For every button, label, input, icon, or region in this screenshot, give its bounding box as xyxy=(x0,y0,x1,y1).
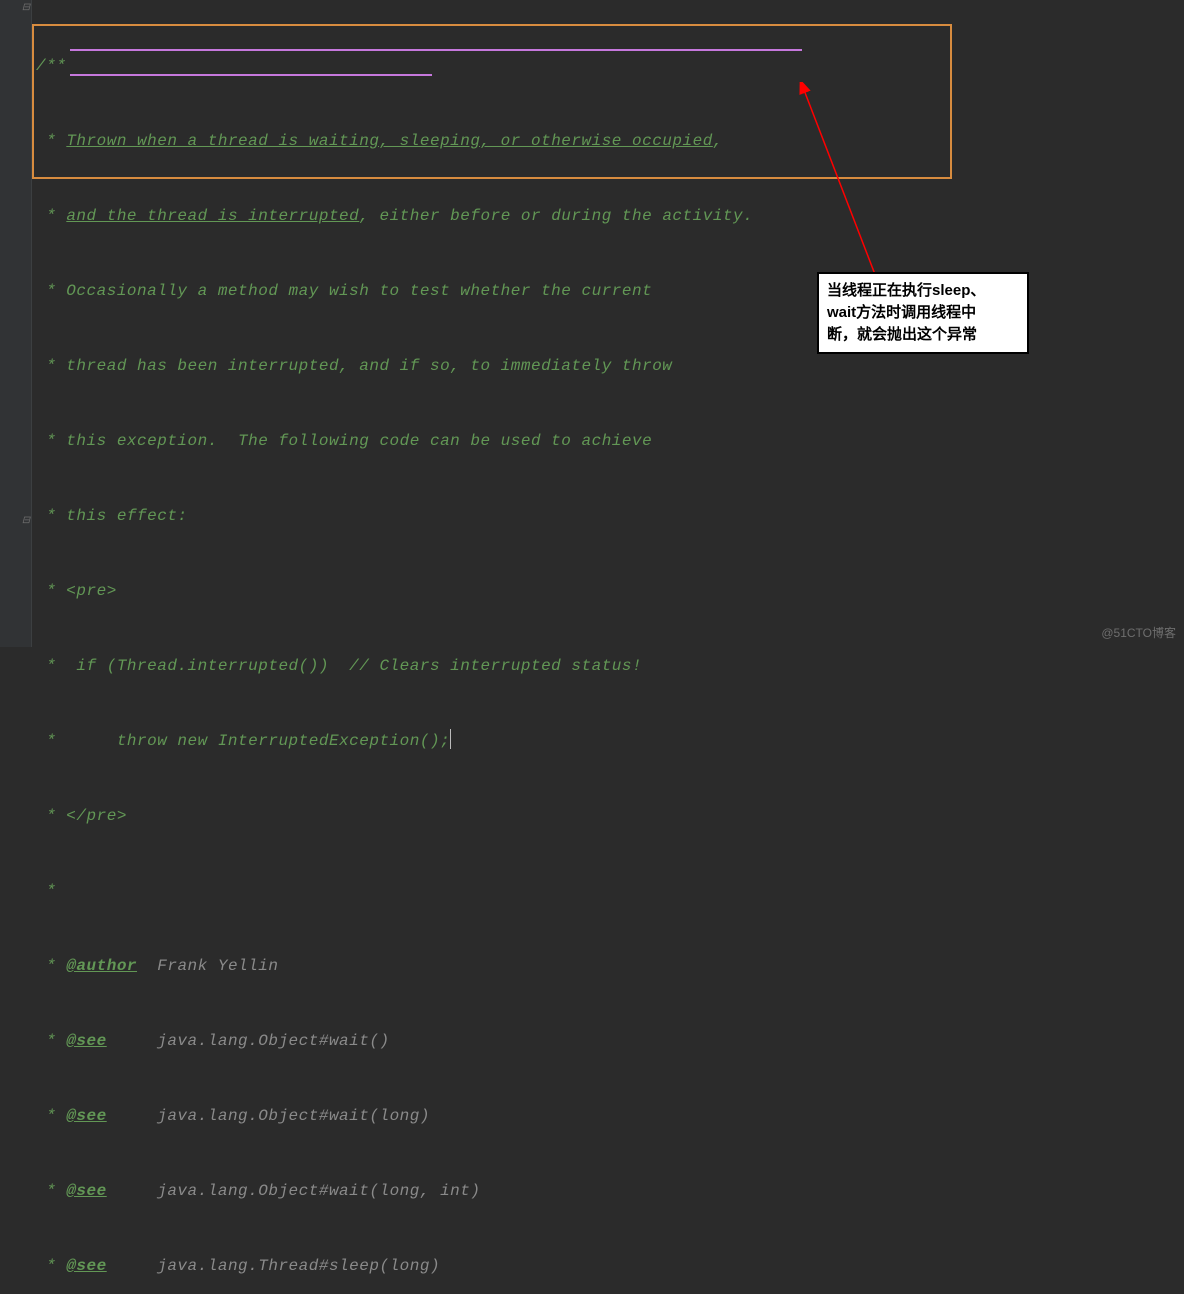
watermark: @51CTO博客 xyxy=(1101,624,1176,641)
fold-icon-collapse[interactable]: ⊟ xyxy=(21,4,31,14)
code-line: /** xyxy=(36,54,1184,79)
code-line: * and the thread is interrupted, either … xyxy=(36,204,1184,229)
fold-icon-collapse[interactable]: ⊟ xyxy=(21,517,31,527)
text-cursor xyxy=(450,729,451,749)
code-line: * thread has been interrupted, and if so… xyxy=(36,354,1184,379)
code-line: * throw new InterruptedException(); xyxy=(36,729,1184,754)
code-line: * </pre> xyxy=(36,804,1184,829)
code-line: * @see java.lang.Object#wait(long, int) xyxy=(36,1179,1184,1204)
code-line: * @see java.lang.Object#wait() xyxy=(36,1029,1184,1054)
code-line: * this effect: xyxy=(36,504,1184,529)
code-line: * this exception. The following code can… xyxy=(36,429,1184,454)
code-line: * <pre> xyxy=(36,579,1184,604)
code-editor[interactable]: /** * Thrown when a thread is waiting, s… xyxy=(36,4,1184,1294)
editor-gutter: ⊟ ⊟ xyxy=(0,0,32,647)
code-line: * xyxy=(36,879,1184,904)
annotation-line: 当线程正在执行sleep、 xyxy=(827,280,1019,302)
annotation-line: 断，就会抛出这个异常 xyxy=(827,324,1019,346)
annotation-line: wait方法时调用线程中 xyxy=(827,302,1019,324)
code-line: * @see java.lang.Thread#sleep(long) xyxy=(36,1254,1184,1279)
annotation-tooltip: 当线程正在执行sleep、 wait方法时调用线程中 断，就会抛出这个异常 xyxy=(817,272,1029,354)
code-line: * if (Thread.interrupted()) // Clears in… xyxy=(36,654,1184,679)
code-line: * @author Frank Yellin xyxy=(36,954,1184,979)
code-line: * Thrown when a thread is waiting, sleep… xyxy=(36,129,1184,154)
code-line: * @see java.lang.Object#wait(long) xyxy=(36,1104,1184,1129)
